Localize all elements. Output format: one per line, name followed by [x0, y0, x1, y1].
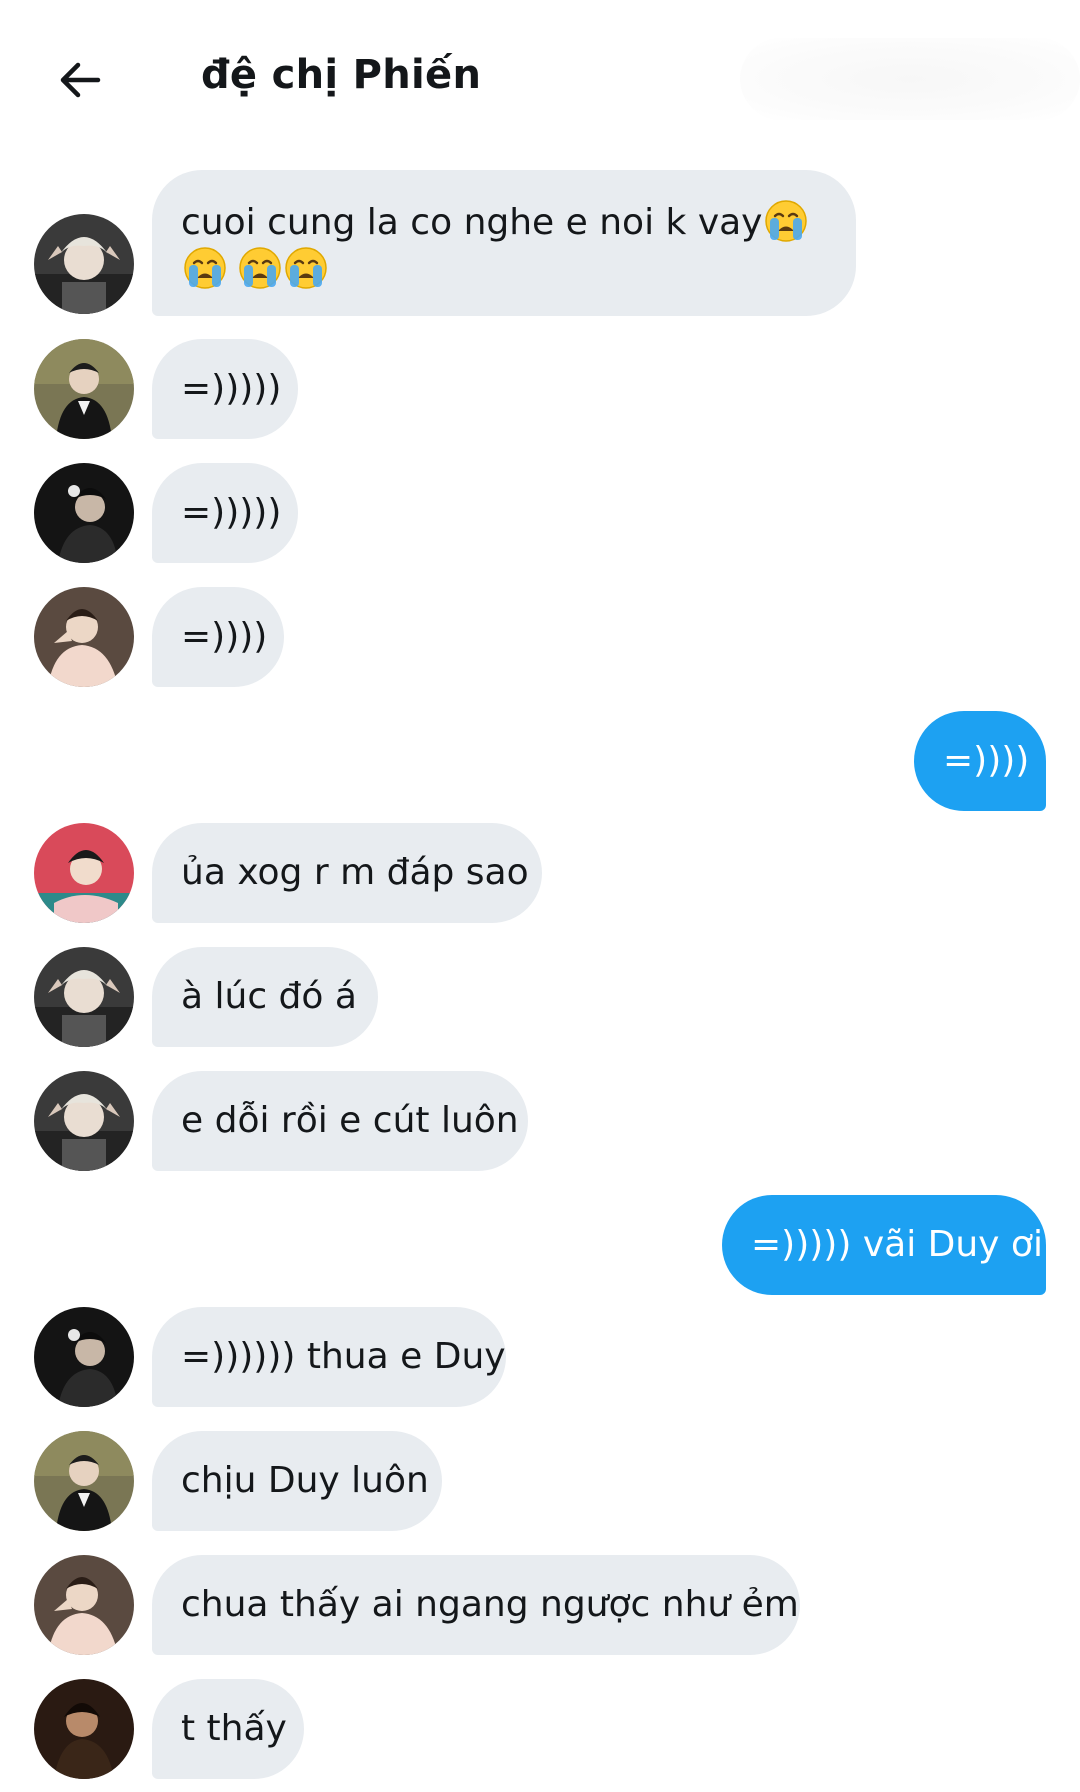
message-text: =)))))) thua e Duy	[181, 1336, 506, 1377]
message-text: cuoi cung la co nghe e noi k vay	[181, 199, 827, 293]
message-text: =))))	[181, 616, 268, 657]
message-row: =)))))) thua e Duy	[0, 1307, 1080, 1407]
avatar-cream-shirt[interactable]	[34, 1555, 134, 1655]
message-row: =))))	[0, 711, 1080, 811]
message-row: chịu Duy luôn	[0, 1431, 1080, 1531]
avatar-silver-hair[interactable]	[34, 1071, 134, 1171]
dm-conversation-screen: đệ chị Phiến cuoi cung la co nghe e noi …	[0, 0, 1080, 1792]
avatar-silver-hair[interactable]	[34, 947, 134, 1047]
avatar-pink-background[interactable]	[34, 823, 134, 923]
loudly-crying-face-icon	[239, 246, 282, 290]
message-text: e dỗi rồi e cút luôn	[181, 1100, 519, 1141]
message-row: ủa xog r m đáp sao	[0, 823, 1080, 923]
message-row: cuoi cung la co nghe e noi k vay	[0, 170, 1080, 316]
loudly-crying-face-icon	[765, 199, 808, 243]
avatar-cream-shirt[interactable]	[34, 587, 134, 687]
message-bubble-outgoing[interactable]: =))))	[914, 711, 1046, 811]
message-row: =)))))	[0, 463, 1080, 563]
loudly-crying-face-icon	[285, 246, 328, 290]
message-bubble-incoming[interactable]: =)))))	[152, 463, 298, 563]
message-text: ủa xog r m đáp sao	[181, 852, 529, 893]
message-bubble-incoming[interactable]: ủa xog r m đáp sao	[152, 823, 542, 923]
message-bubble-incoming[interactable]: =))))	[152, 587, 284, 687]
message-bubble-outgoing[interactable]: =))))) vãi Duy ơi	[722, 1195, 1046, 1295]
message-row: =))))	[0, 587, 1080, 687]
message-text: chịu Duy luôn	[181, 1460, 429, 1501]
message-text: chua thấy ai ngang ngược như ẻm	[181, 1584, 799, 1625]
message-bubble-incoming[interactable]: =)))))	[152, 339, 298, 439]
message-text: =))))	[943, 740, 1030, 781]
message-row: t thấy	[0, 1679, 1080, 1779]
message-text: =)))))	[181, 368, 282, 409]
message-row: e dỗi rồi e cút luôn	[0, 1071, 1080, 1171]
avatar-dark-portrait[interactable]	[34, 463, 134, 563]
message-row: chua thấy ai ngang ngược như ẻm	[0, 1555, 1080, 1655]
message-row: =)))))	[0, 339, 1080, 439]
message-bubble-incoming[interactable]: cuoi cung la co nghe e noi k vay	[152, 170, 856, 316]
message-row: à lúc đó á	[0, 947, 1080, 1047]
avatar-silver-hair[interactable]	[34, 214, 134, 314]
message-bubble-incoming[interactable]: chịu Duy luôn	[152, 1431, 442, 1531]
message-text: =))))) vãi Duy ơi	[751, 1224, 1043, 1265]
message-bubble-incoming[interactable]: e dỗi rồi e cút luôn	[152, 1071, 528, 1171]
avatar-dark-portrait[interactable]	[34, 1307, 134, 1407]
message-bubble-incoming[interactable]: à lúc đó á	[152, 947, 378, 1047]
avatar-black-jacket[interactable]	[34, 1431, 134, 1531]
message-row: =))))) vãi Duy ơi	[0, 1195, 1080, 1295]
message-list[interactable]: cuoi cung la co nghe e noi k vay =))))) …	[0, 0, 1080, 1792]
avatar-dark-brown[interactable]	[34, 1679, 134, 1779]
message-text: à lúc đó á	[181, 976, 357, 1017]
loudly-crying-face-icon	[183, 246, 227, 290]
avatar-black-jacket[interactable]	[34, 339, 134, 439]
message-text: =)))))	[181, 492, 282, 533]
message-text: t thấy	[181, 1708, 287, 1749]
message-bubble-incoming[interactable]: chua thấy ai ngang ngược như ẻm	[152, 1555, 800, 1655]
message-bubble-incoming[interactable]: =)))))) thua e Duy	[152, 1307, 506, 1407]
message-bubble-incoming[interactable]: t thấy	[152, 1679, 304, 1779]
